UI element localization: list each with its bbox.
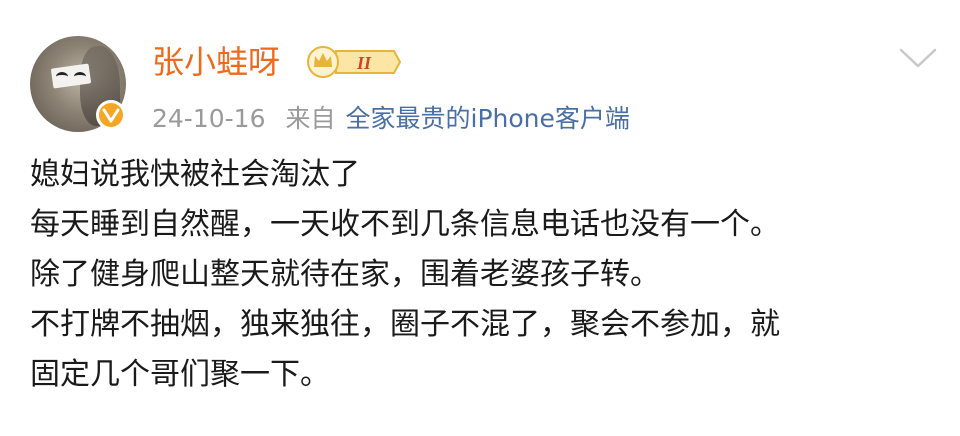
post-line: 固定几个哥们聚一下。 xyxy=(30,357,330,392)
weibo-post: 张小蛙呀 II 24-10-16 来自 全家最贵的iPhone客户端 媳妇说我快被社… xyxy=(0,0,960,436)
avatar-eye-right xyxy=(74,72,86,81)
avatar-eye-left xyxy=(56,72,68,81)
level-badge-text: II xyxy=(356,53,372,73)
post-line: 媳妇说我快被社会淘汰了 xyxy=(30,157,360,192)
verified-badge-icon xyxy=(96,100,126,130)
client-link[interactable]: 全家最贵的iPhone客户端 xyxy=(346,104,630,133)
post-body: 媳妇说我快被社会淘汰了 每天睡到自然醒，一天收不到几条信息电话也没有一个。 除了… xyxy=(30,150,940,400)
crown-level-badge-icon[interactable]: II xyxy=(306,45,402,79)
from-label: 来自 xyxy=(285,104,336,133)
post-line: 除了健身爬山整天就待在家，围着老婆孩子转。 xyxy=(30,257,660,292)
username[interactable]: 张小蛙呀 xyxy=(152,42,280,82)
post-date: 24-10-16 xyxy=(152,104,266,133)
post-line: 每天睡到自然醒，一天收不到几条信息电话也没有一个。 xyxy=(30,207,780,242)
post-line: 不打牌不抽烟，独来独往，圈子不混了，聚会不参加，就 xyxy=(30,307,780,342)
chevron-down-icon[interactable] xyxy=(898,46,938,70)
post-meta: 24-10-16 来自 全家最贵的iPhone客户端 xyxy=(152,102,630,136)
